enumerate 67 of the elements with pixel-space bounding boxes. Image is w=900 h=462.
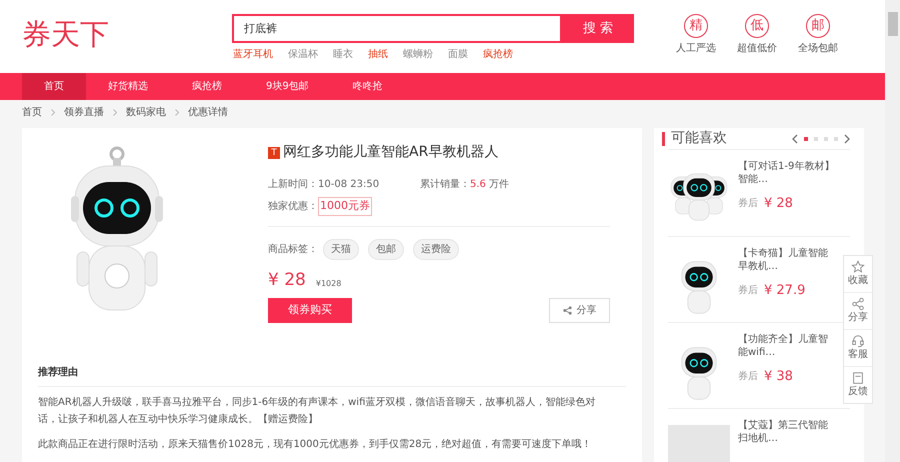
feature-badge: 精 xyxy=(684,14,708,38)
description-text: 智能AR机器人升级啵，联手喜马拉雅平台，同步1-6年级的有声课本，wifi蓝牙双模，微信语音聊天，故事机器人，智能绿色对话，让孩子和机器人在互动中快乐学习健康成长。【赠运费险】 xyxy=(38,396,596,426)
coupon-price: ¥ 28 xyxy=(268,270,306,290)
product-title[interactable]: 【功能齐全】儿童智能wifi… xyxy=(738,333,836,359)
product-tag: 运费险 xyxy=(413,238,459,260)
nav-tab[interactable]: 好货精选 xyxy=(86,73,170,100)
breadcrumb-link[interactable]: 数码家电 xyxy=(126,105,166,120)
share-button[interactable]: 分享 xyxy=(549,298,610,322)
share-icon xyxy=(851,297,865,311)
product-tag: 天猫 xyxy=(323,238,359,260)
scrollbar[interactable] xyxy=(885,0,900,462)
product-title: 网红多功能儿童智能AR早教机器人 xyxy=(283,143,498,162)
keyword-link[interactable]: 疯抢榜 xyxy=(483,47,513,62)
feature-label: 全场包邮 xyxy=(798,42,838,56)
tags-label: 商品标签： xyxy=(268,242,318,256)
coupon-price: ¥ 38 xyxy=(764,368,793,386)
photo-placeholder xyxy=(668,425,730,462)
product-title[interactable]: 【可对话1-9年教材】智能… xyxy=(738,160,836,186)
coupon-label: 独家优惠： xyxy=(268,200,318,214)
sales-count: 累计销量：5.6 万件 xyxy=(420,178,510,192)
nav-tab[interactable]: 9块9包邮 xyxy=(244,73,331,100)
breadcrumb-link[interactable]: 首页 xyxy=(22,105,42,120)
product-title[interactable]: 【卡奇猫】儿童智能早教机… xyxy=(738,247,836,273)
recommend-title: 可能喜欢 xyxy=(671,129,727,148)
feature-badge: 低 xyxy=(745,14,769,38)
price-label: 券后 xyxy=(738,196,758,212)
feature-label: 人工严选 xyxy=(676,42,716,56)
chevron-icon xyxy=(113,109,117,116)
product-title[interactable]: 【艾蔻】第三代智能扫地机… xyxy=(738,419,836,445)
breadcrumb-link[interactable]: 领券直播 xyxy=(64,105,104,120)
coupon-badge: 1000元券 xyxy=(318,197,372,216)
chevron-icon xyxy=(51,109,55,116)
search-field[interactable]: 打底裤 xyxy=(232,14,562,43)
keyword-link[interactable]: 螺蛳粉 xyxy=(403,47,433,62)
search-button[interactable]: 搜 索 xyxy=(562,14,634,43)
side-tool-button[interactable]: 反馈 xyxy=(844,366,872,403)
original-price: ¥1028 xyxy=(316,278,342,290)
site-logo[interactable]: 券天下 xyxy=(22,17,232,51)
side-tool-button[interactable]: 客服 xyxy=(844,329,872,366)
feature-badge: 邮 xyxy=(806,14,830,38)
star-icon xyxy=(851,260,865,274)
breadcrumb-link[interactable]: 优惠详情 xyxy=(188,105,228,120)
keyword-link[interactable]: 保温杯 xyxy=(288,47,318,62)
keyword-link[interactable]: 面膜 xyxy=(448,47,468,62)
buy-button[interactable]: 领券购买 xyxy=(268,298,352,322)
description-text: 此款商品正在进行限时活动，原来天猫售价1028元，现有1000元优惠券，到手仅需28元，绝对超值，有需要可速度下单哦！ xyxy=(38,438,593,452)
platform-badge: T xyxy=(268,146,280,158)
side-tool-button[interactable]: 收藏 xyxy=(844,256,872,292)
chevron-icon xyxy=(175,109,179,116)
keyword-link[interactable]: 抽纸 xyxy=(368,47,388,62)
listing-time: 上新时间：10-08 23:50 xyxy=(268,178,380,192)
nav-tab[interactable]: 咚咚抢 xyxy=(330,73,405,100)
keyword-link[interactable]: 蓝牙耳机 xyxy=(233,47,273,62)
headset-icon xyxy=(851,334,865,348)
keyword-link[interactable]: 睡衣 xyxy=(333,47,353,62)
side-tool-button[interactable]: 分享 xyxy=(844,292,872,329)
coupon-price: ¥ 27.9 xyxy=(764,282,806,300)
feature-label: 超值低价 xyxy=(737,42,777,56)
nav-tab[interactable]: 首页 xyxy=(22,73,86,100)
nav-tab[interactable]: 疯抢榜 xyxy=(170,73,244,100)
price-label: 券后 xyxy=(738,370,758,384)
share-icon xyxy=(562,306,572,314)
product-tag: 包邮 xyxy=(368,238,404,260)
section-heading: 推荐理由 xyxy=(38,366,79,380)
coupon-price: ¥ 28 xyxy=(764,195,793,213)
feedback-icon xyxy=(851,371,865,385)
price-label: 券后 xyxy=(738,284,758,298)
